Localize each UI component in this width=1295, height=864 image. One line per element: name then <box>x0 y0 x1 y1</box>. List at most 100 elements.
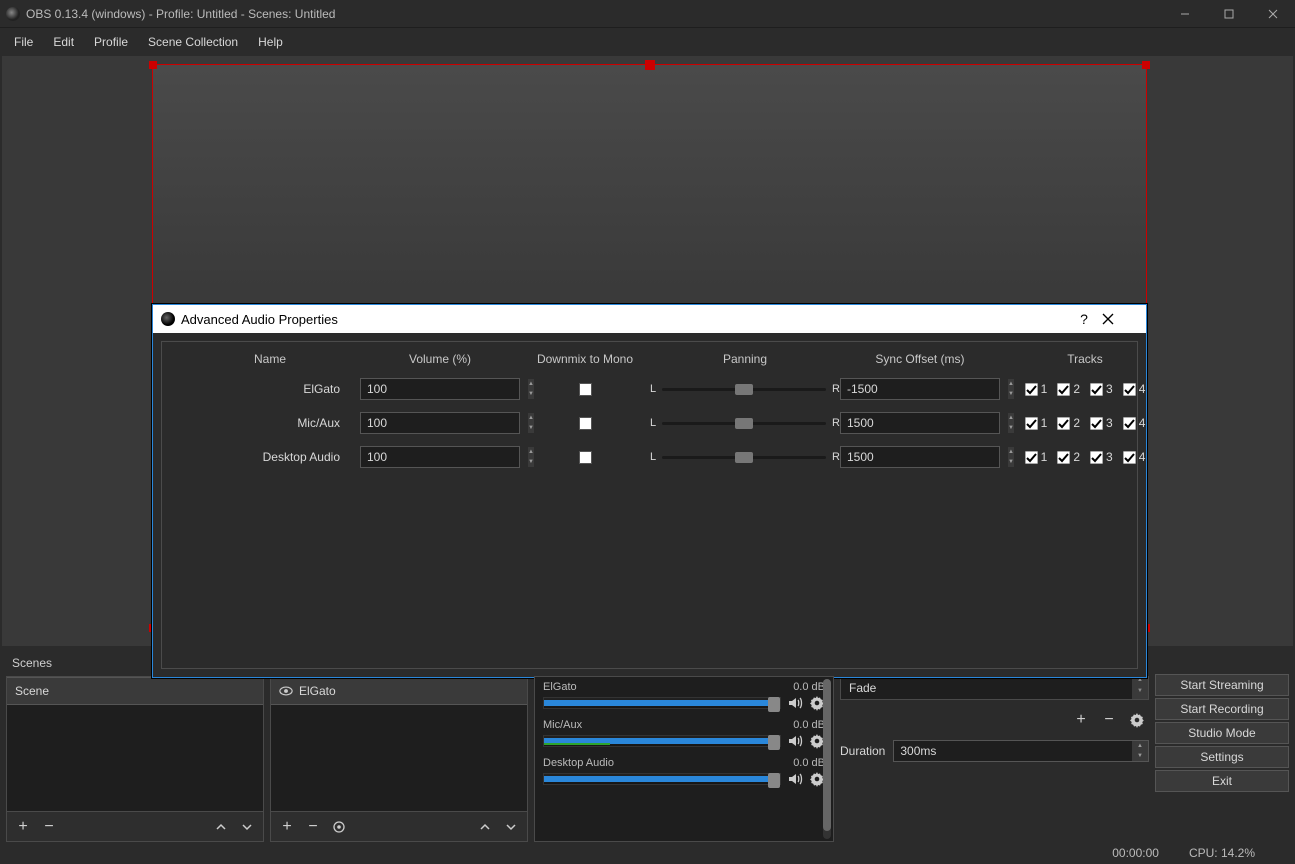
remove-source-button[interactable]: − <box>301 815 325 839</box>
add-scene-button[interactable]: + <box>11 815 35 839</box>
speaker-icon[interactable] <box>787 771 803 787</box>
sync-offset-spinbox[interactable]: ▲▼ <box>840 412 1000 434</box>
volume-spinbox[interactable]: ▲▼ <box>360 378 520 400</box>
audio-row-name: Desktop Audio <box>180 450 360 464</box>
mixer-channel-db: 0.0 dB <box>793 681 825 693</box>
track-1-checkbox[interactable]: 1 <box>1025 450 1048 464</box>
mixer-channel-db: 0.0 dB <box>793 757 825 769</box>
panning-slider[interactable]: LR <box>650 383 840 395</box>
window-title: OBS 0.13.4 (windows) - Profile: Untitled… <box>26 7 1163 21</box>
col-downmix: Downmix to Mono <box>520 352 650 366</box>
track-2-checkbox[interactable]: 2 <box>1057 416 1080 430</box>
status-bar: 00:00:00 CPU: 14.2% <box>0 842 1295 864</box>
close-button[interactable] <box>1251 0 1295 28</box>
exit-button[interactable]: Exit <box>1155 770 1289 792</box>
start-streaming-button[interactable]: Start Streaming <box>1155 674 1289 696</box>
mixer-channel-name: ElGato <box>543 681 577 693</box>
volume-input[interactable] <box>361 447 528 467</box>
track-3-checkbox[interactable]: 3 <box>1090 416 1113 430</box>
dialog-close-button[interactable] <box>1102 313 1138 325</box>
status-time: 00:00:00 <box>1112 846 1159 860</box>
track-4-checkbox[interactable]: 4 <box>1123 416 1146 430</box>
scene-item[interactable]: Scene <box>7 677 263 705</box>
mixer-channel-name: Desktop Audio <box>543 757 614 769</box>
add-transition-button[interactable]: + <box>1069 708 1093 732</box>
visibility-icon[interactable] <box>279 684 293 698</box>
col-panning: Panning <box>650 352 840 366</box>
transition-properties-button[interactable] <box>1125 708 1149 732</box>
panning-slider[interactable]: LR <box>650 451 840 463</box>
downmix-checkbox[interactable] <box>579 417 592 430</box>
sync-offset-input[interactable] <box>841 413 1008 433</box>
maximize-button[interactable] <box>1207 0 1251 28</box>
audio-row-name: ElGato <box>180 382 360 396</box>
start-recording-button[interactable]: Start Recording <box>1155 698 1289 720</box>
mixer-volume-slider[interactable] <box>543 735 781 747</box>
track-2-checkbox[interactable]: 2 <box>1057 450 1080 464</box>
volume-input[interactable] <box>361 379 528 399</box>
volume-input[interactable] <box>361 413 528 433</box>
downmix-checkbox[interactable] <box>579 383 592 396</box>
duration-input[interactable] <box>894 741 1132 761</box>
add-source-button[interactable]: + <box>275 815 299 839</box>
remove-transition-button[interactable]: − <box>1097 708 1121 732</box>
obs-logo-icon <box>161 312 175 326</box>
remove-scene-button[interactable]: − <box>37 815 61 839</box>
move-source-up-button[interactable] <box>473 815 497 839</box>
track-1-checkbox[interactable]: 1 <box>1025 416 1048 430</box>
downmix-checkbox[interactable] <box>579 451 592 464</box>
dialog-titlebar[interactable]: Advanced Audio Properties ? <box>153 305 1146 333</box>
source-properties-button[interactable] <box>327 815 351 839</box>
mixer-channel-db: 0.0 dB <box>793 719 825 731</box>
duration-label: Duration <box>840 744 885 758</box>
sync-offset-input[interactable] <box>841 379 1008 399</box>
menu-scene-collection[interactable]: Scene Collection <box>138 31 248 53</box>
dialog-help-button[interactable]: ? <box>1066 311 1102 327</box>
track-3-checkbox[interactable]: 3 <box>1090 450 1113 464</box>
mixer-scrollbar[interactable] <box>823 679 831 839</box>
move-scene-up-button[interactable] <box>209 815 233 839</box>
advanced-audio-dialog: Advanced Audio Properties ? Name Volume … <box>152 304 1147 678</box>
mixer-channel: Desktop Audio 0.0 dB <box>543 757 825 787</box>
mixer-list: ElGato 0.0 dB Mic/Aux 0.0 dB Desktop Audio 0.… <box>534 676 834 842</box>
menu-bar: File Edit Profile Scene Collection Help <box>0 28 1295 56</box>
control-buttons: Start Streaming Start Recording Studio M… <box>1155 650 1289 842</box>
dialog-title: Advanced Audio Properties <box>181 312 1066 327</box>
minimize-button[interactable] <box>1163 0 1207 28</box>
mixer-channel-name: Mic/Aux <box>543 719 582 731</box>
move-scene-down-button[interactable] <box>235 815 259 839</box>
preview-area: Advanced Audio Properties ? Name Volume … <box>2 56 1293 646</box>
track-3-checkbox[interactable]: 3 <box>1090 382 1113 396</box>
source-item[interactable]: ElGato <box>271 677 527 705</box>
volume-spinbox[interactable]: ▲▼ <box>360 446 520 468</box>
studio-mode-button[interactable]: Studio Mode <box>1155 722 1289 744</box>
sources-list[interactable]: ElGato <box>270 676 528 812</box>
duration-spinbox[interactable]: ▲▼ <box>893 740 1149 762</box>
mixer-volume-slider[interactable] <box>543 697 781 709</box>
col-tracks: Tracks <box>1000 352 1170 366</box>
menu-file[interactable]: File <box>4 31 43 53</box>
menu-profile[interactable]: Profile <box>84 31 138 53</box>
audio-row-name: Mic/Aux <box>180 416 360 430</box>
sync-offset-spinbox[interactable]: ▲▼ <box>840 446 1000 468</box>
track-2-checkbox[interactable]: 2 <box>1057 382 1080 396</box>
speaker-icon[interactable] <box>787 733 803 749</box>
volume-spinbox[interactable]: ▲▼ <box>360 412 520 434</box>
col-volume: Volume (%) <box>360 352 520 366</box>
menu-edit[interactable]: Edit <box>43 31 84 53</box>
sync-offset-input[interactable] <box>841 447 1008 467</box>
mixer-volume-slider[interactable] <box>543 773 781 785</box>
menu-help[interactable]: Help <box>248 31 293 53</box>
panning-slider[interactable]: LR <box>650 417 840 429</box>
obs-logo-icon <box>6 7 20 21</box>
track-4-checkbox[interactable]: 4 <box>1123 450 1146 464</box>
speaker-icon[interactable] <box>787 695 803 711</box>
window-titlebar: OBS 0.13.4 (windows) - Profile: Untitled… <box>0 0 1295 28</box>
scenes-list[interactable]: Scene <box>6 676 264 812</box>
settings-button[interactable]: Settings <box>1155 746 1289 768</box>
track-4-checkbox[interactable]: 4 <box>1123 382 1146 396</box>
transition-select[interactable]: Fade ▲▼ <box>840 676 1149 700</box>
track-1-checkbox[interactable]: 1 <box>1025 382 1048 396</box>
move-source-down-button[interactable] <box>499 815 523 839</box>
sync-offset-spinbox[interactable]: ▲▼ <box>840 378 1000 400</box>
